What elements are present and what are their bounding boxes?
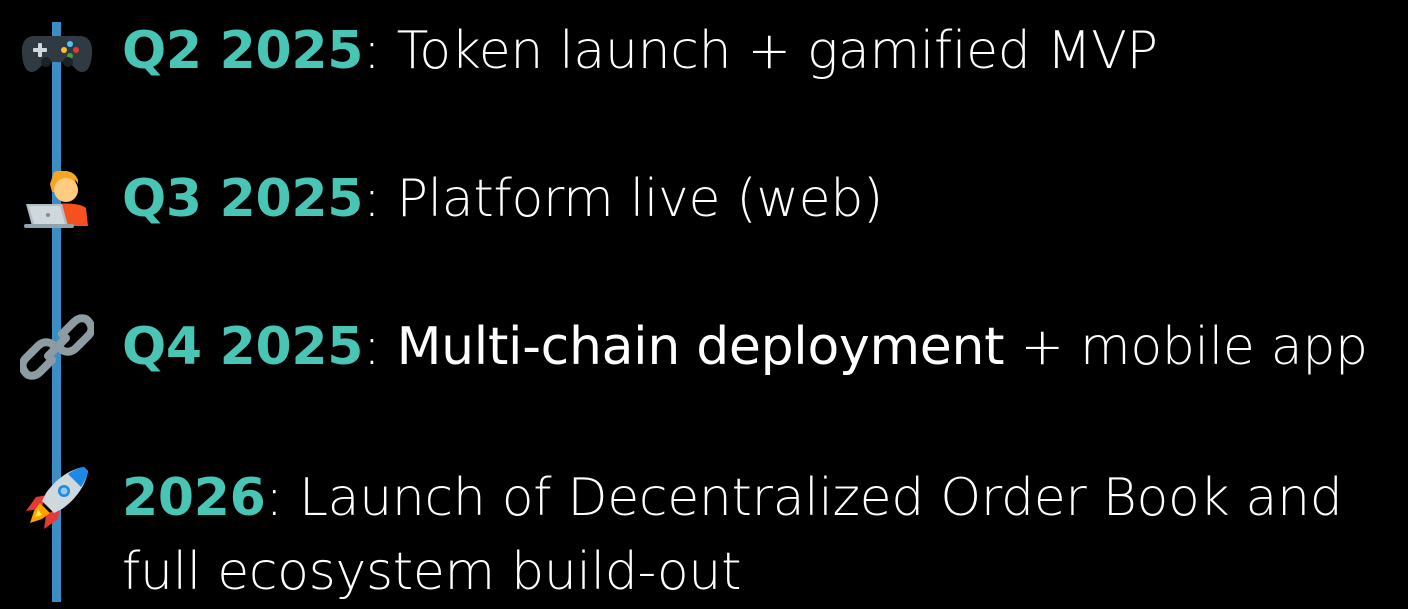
milestone-description: Token launch + gamified MVP (380, 21, 1158, 81)
link-icon (20, 310, 94, 384)
milestone-separator: : (265, 468, 284, 528)
milestone-date: Q2 2025 (122, 21, 364, 81)
rocket-icon (20, 461, 94, 535)
milestone-separator: : (363, 169, 381, 229)
milestone-date: Q3 2025 (122, 169, 364, 229)
milestone-text: Q3 2025: Platform live (web) (122, 162, 1402, 236)
milestone-text: Q4 2025: Multi-chain deployment + mobile… (122, 310, 1402, 384)
milestone-text: Q2 2025: Token launch + gamified MVP (122, 14, 1402, 88)
game-controller-icon (20, 14, 94, 88)
milestone-description: + mobile app (1004, 317, 1368, 377)
milestone-highlight: Multi-chain deployment (380, 317, 1005, 377)
milestone-separator: : (363, 317, 381, 377)
milestone-text: 2026: Launch of Decentralized Order Book… (122, 461, 1402, 609)
milestone-date: Q4 2025 (122, 317, 364, 377)
person-laptop-icon (20, 162, 94, 236)
milestone-description: Platform live (web) (380, 169, 884, 229)
milestone-description: Launch of Decentralized Order Book and f… (122, 468, 1343, 602)
milestone-date: 2026 (122, 468, 266, 528)
milestone-separator: : (363, 21, 381, 81)
